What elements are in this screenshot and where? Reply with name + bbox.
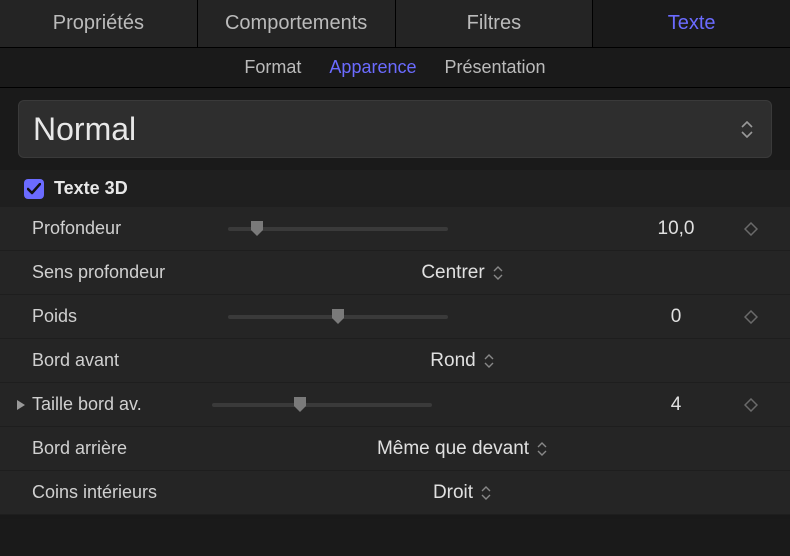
popup-coins-interieurs[interactable]: Droit: [228, 482, 736, 504]
divider: [0, 515, 790, 519]
value-taille-bord[interactable]: 4: [616, 394, 736, 416]
chevron-up-down-icon: [537, 442, 547, 456]
value-poids[interactable]: 0: [616, 306, 736, 328]
subtab-presentation[interactable]: Présentation: [445, 57, 546, 78]
preset-label: Normal: [33, 111, 136, 148]
param-sens-profondeur: Sens profondeur Centrer: [0, 251, 790, 295]
param-label: Sens profondeur: [32, 262, 228, 283]
keyframe-button[interactable]: [736, 398, 766, 412]
slider-taille-bord[interactable]: [212, 403, 432, 407]
param-label: Taille bord av.: [32, 394, 212, 415]
tab-filters[interactable]: Filtres: [396, 0, 594, 47]
tab-properties[interactable]: Propriétés: [0, 0, 198, 47]
param-label: Bord arrière: [32, 438, 228, 459]
chevron-up-down-icon: [493, 266, 503, 280]
popup-bord-arriere[interactable]: Même que devant: [228, 438, 736, 460]
slider-poids[interactable]: [228, 315, 448, 319]
popup-value: Droit: [433, 482, 473, 504]
subtab-appearance[interactable]: Apparence: [329, 57, 416, 78]
keyframe-button[interactable]: [736, 222, 766, 236]
tab-behaviors[interactable]: Comportements: [198, 0, 396, 47]
sub-tabs: Format Apparence Présentation: [0, 48, 790, 88]
param-label: Profondeur: [32, 218, 228, 239]
popup-sens-profondeur[interactable]: Centrer: [228, 262, 736, 284]
disclosure-triangle[interactable]: [16, 399, 32, 411]
param-bord-avant: Bord avant Rond: [0, 339, 790, 383]
chevron-up-down-icon: [484, 354, 494, 368]
param-profondeur: Profondeur 10,0: [0, 207, 790, 251]
preset-popup[interactable]: Normal: [18, 100, 772, 158]
tab-text[interactable]: Texte: [593, 0, 790, 47]
chevron-up-down-icon: [481, 486, 491, 500]
subtab-format[interactable]: Format: [244, 57, 301, 78]
value-profondeur[interactable]: 10,0: [616, 218, 736, 240]
params-list: Profondeur 10,0 Sens profondeur Centrer …: [0, 207, 790, 515]
param-bord-arriere: Bord arrière Même que devant: [0, 427, 790, 471]
param-label: Bord avant: [32, 350, 228, 371]
popup-value: Rond: [430, 350, 475, 372]
popup-value: Centrer: [421, 262, 484, 284]
section-title: Texte 3D: [54, 178, 128, 199]
slider-thumb[interactable]: [249, 221, 265, 237]
section-header-3d-text: Texte 3D: [0, 170, 790, 207]
top-tabs: Propriétés Comportements Filtres Texte: [0, 0, 790, 48]
slider-thumb[interactable]: [292, 397, 308, 413]
popup-value: Même que devant: [377, 438, 529, 460]
checkbox-3d-text[interactable]: [24, 179, 44, 199]
keyframe-button[interactable]: [736, 310, 766, 324]
param-poids: Poids 0: [0, 295, 790, 339]
param-taille-bord-av: Taille bord av. 4: [0, 383, 790, 427]
param-coins-interieurs: Coins intérieurs Droit: [0, 471, 790, 515]
param-label: Poids: [32, 306, 228, 327]
popup-bord-avant[interactable]: Rond: [228, 350, 736, 372]
param-label: Coins intérieurs: [32, 482, 228, 503]
slider-thumb[interactable]: [330, 309, 346, 325]
chevron-up-down-icon: [741, 121, 753, 138]
slider-profondeur[interactable]: [228, 227, 448, 231]
